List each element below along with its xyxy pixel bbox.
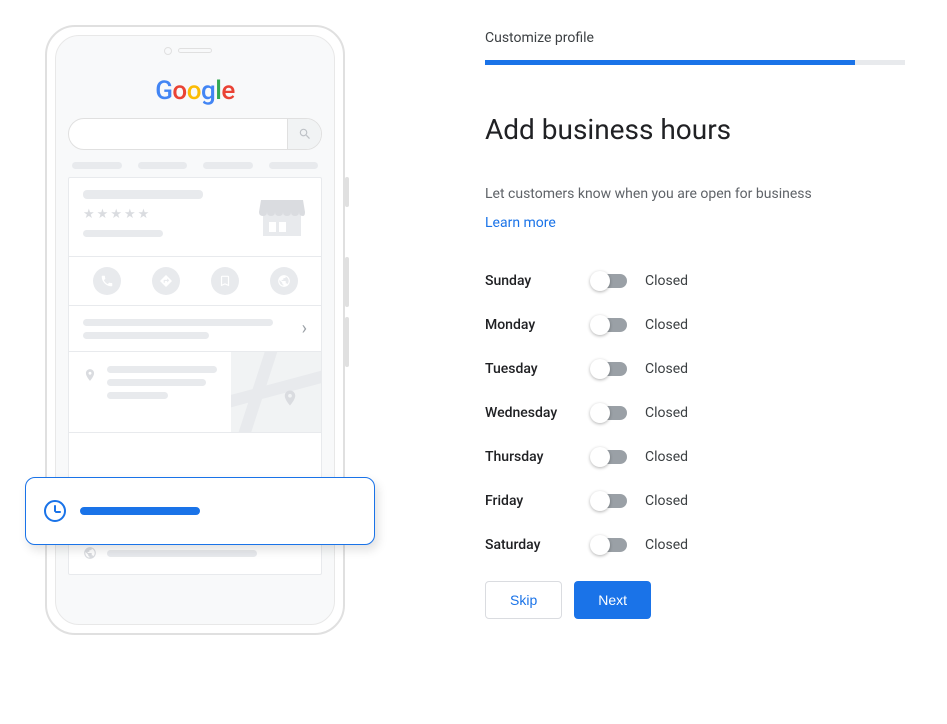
- hours-row: Monday Closed: [485, 317, 905, 333]
- day-label: Monday: [485, 317, 593, 333]
- hours-toggle[interactable]: [593, 274, 627, 288]
- skip-button[interactable]: Skip: [485, 581, 562, 619]
- hours-toggle[interactable]: [593, 362, 627, 376]
- phone-side-button: [345, 177, 349, 207]
- chevron-right-icon: ›: [302, 318, 307, 339]
- hours-toggle[interactable]: [593, 538, 627, 552]
- day-label: Tuesday: [485, 361, 593, 377]
- status-text: Closed: [645, 537, 688, 553]
- day-label: Saturday: [485, 537, 593, 553]
- phone-speaker: [178, 48, 212, 53]
- status-text: Closed: [645, 317, 688, 333]
- status-text: Closed: [645, 493, 688, 509]
- phone-camera: [164, 47, 172, 55]
- day-label: Friday: [485, 493, 593, 509]
- storefront-icon: [257, 190, 307, 244]
- google-logo: Google: [68, 76, 322, 106]
- clock-icon: [44, 500, 66, 522]
- status-text: Closed: [645, 405, 688, 421]
- phone-icon: [93, 267, 121, 295]
- directions-icon: [152, 267, 180, 295]
- day-label: Sunday: [485, 273, 593, 289]
- status-text: Closed: [645, 361, 688, 377]
- step-label: Customize profile: [485, 30, 905, 46]
- hours-row: Wednesday Closed: [485, 405, 905, 421]
- hours-toggle[interactable]: [593, 406, 627, 420]
- bookmark-icon: [211, 267, 239, 295]
- form-panel: Customize profile Add business hours Let…: [415, 25, 905, 699]
- hours-row: Sunday Closed: [485, 273, 905, 289]
- search-bar-mockup: [68, 118, 322, 150]
- hours-toggle[interactable]: [593, 450, 627, 464]
- day-label: Wednesday: [485, 405, 593, 421]
- search-icon: [287, 119, 321, 149]
- hours-highlight-card: [25, 477, 375, 545]
- learn-more-link[interactable]: Learn more: [485, 215, 556, 231]
- globe-icon: [83, 546, 97, 560]
- tabs-mockup: [72, 162, 318, 169]
- page-heading: Add business hours: [485, 113, 905, 146]
- hours-row: Friday Closed: [485, 493, 905, 509]
- hours-toggle[interactable]: [593, 318, 627, 332]
- progress-bar: [485, 60, 905, 65]
- globe-icon: [270, 267, 298, 295]
- illustration-panel: Google ★★★★★: [35, 25, 415, 699]
- hours-row: Thursday Closed: [485, 449, 905, 465]
- hours-row: Tuesday Closed: [485, 361, 905, 377]
- status-text: Closed: [645, 449, 688, 465]
- phone-side-button: [345, 317, 349, 367]
- next-button[interactable]: Next: [574, 581, 651, 619]
- location-pin-icon: [83, 366, 97, 384]
- hours-row: Saturday Closed: [485, 537, 905, 553]
- hours-toggle[interactable]: [593, 494, 627, 508]
- description-text: Let customers know when you are open for…: [485, 186, 905, 202]
- phone-side-button: [345, 257, 349, 307]
- status-text: Closed: [645, 273, 688, 289]
- map-thumbnail: [231, 352, 321, 432]
- day-label: Thursday: [485, 449, 593, 465]
- hours-list: Sunday Closed Monday Closed Tuesday Clos…: [485, 273, 905, 553]
